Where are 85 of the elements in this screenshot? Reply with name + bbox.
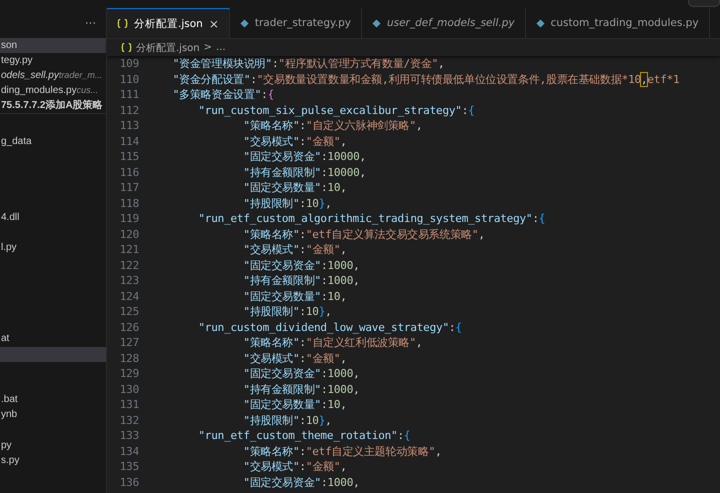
code-line: "固定交易数量":10, bbox=[242, 397, 347, 412]
line-number: 123 bbox=[118, 273, 139, 288]
file-tree-item[interactable]: s.py bbox=[0, 452, 106, 468]
code-line: "策略名称":"etf自定义算法交易交易系统策略", bbox=[242, 226, 485, 242]
code-line: "固定交易数量":10, bbox=[242, 180, 347, 196]
code-line: "固定交易数量":10, bbox=[242, 288, 347, 304]
file-tree-item[interactable]: 4.dll bbox=[0, 210, 106, 226]
open-editor-item[interactable]: odels_sell.pytrader_m... bbox=[0, 68, 106, 83]
line-number: 134 bbox=[118, 444, 139, 459]
breadcrumb-item[interactable]: ... bbox=[216, 42, 226, 53]
line-number: 121 bbox=[118, 242, 139, 258]
line-number: 112 bbox=[118, 102, 139, 118]
editor-tab[interactable]: custom_trading_modules.py bbox=[526, 8, 710, 38]
file-tree-item[interactable]: .bat bbox=[0, 392, 106, 408]
close-icon[interactable]: × bbox=[208, 16, 219, 30]
code-line: "持股限制":10}, bbox=[242, 412, 332, 428]
code-line: "持股限制":10}, bbox=[242, 196, 332, 211]
line-number: 132 bbox=[118, 412, 139, 428]
code-line: "策略名称":"etf自定义主题轮动策略", bbox=[242, 444, 442, 459]
line-number: 122 bbox=[118, 258, 139, 273]
editor-tab[interactable]: 分析配置.json × bbox=[107, 8, 230, 38]
braces-icon bbox=[117, 19, 128, 28]
code-line: "多策略资金设置":{ bbox=[172, 87, 274, 102]
line-number: 113 bbox=[118, 118, 139, 134]
code-line: "策略名称":"自定义六脉神剑策略", bbox=[242, 118, 422, 134]
line-number: 136 bbox=[118, 474, 139, 490]
code-line: "持股限制":10}, bbox=[242, 304, 332, 320]
python-file-icon bbox=[536, 18, 545, 28]
code-line: "交易模式":"金额", bbox=[242, 242, 347, 258]
python-file-icon bbox=[372, 18, 381, 28]
file-tree-item[interactable]: ynb bbox=[0, 407, 106, 423]
more-actions-icon[interactable]: ··· bbox=[85, 17, 96, 29]
line-number: 125 bbox=[118, 304, 139, 320]
code-line: "资金分配设置":"交易数量设置数量和金额,利用可转债最低单位位设置条件,股票在基础数据*10,etf*1 bbox=[172, 72, 680, 87]
line-number: 131 bbox=[118, 397, 139, 412]
code-line: "资金管理模块说明":"程序默认管理方式有数量/资金", bbox=[172, 56, 444, 72]
line-number: 116 bbox=[118, 164, 139, 180]
code-line: "固定交易资金":1000, bbox=[242, 366, 360, 382]
line-number: 135 bbox=[118, 459, 139, 474]
line-number: 118 bbox=[118, 196, 139, 211]
line-number: 126 bbox=[118, 320, 139, 335]
line-number: 128 bbox=[118, 350, 139, 366]
line-number: 111 bbox=[118, 87, 139, 102]
line-number: 120 bbox=[118, 226, 139, 242]
code-line: "持有金额限制":10000, bbox=[242, 164, 366, 180]
code-line: "交易模式":"金额", bbox=[242, 350, 347, 366]
open-editor-item[interactable]: tegy.py bbox=[0, 53, 106, 68]
line-number: 124 bbox=[118, 288, 139, 304]
line-number: 133 bbox=[118, 428, 139, 444]
code-line: "交易模式":"金额", bbox=[242, 459, 347, 474]
open-editor-item[interactable]: son bbox=[0, 38, 106, 53]
editor-tab[interactable]: trader_strategy.py bbox=[230, 8, 362, 38]
breadcrumb-separator: > bbox=[204, 42, 212, 53]
line-number: 115 bbox=[118, 149, 139, 164]
selected-tree-row[interactable] bbox=[0, 346, 106, 362]
line-number: 110 bbox=[118, 72, 139, 87]
code-line: "固定交易资金":1000, bbox=[242, 258, 360, 273]
open-editor-item[interactable]: ding_modules.pycus... bbox=[0, 83, 106, 98]
code-line: "run_etf_custom_algorithmic_trading_system_strategy":{ bbox=[197, 211, 546, 226]
breadcrumb-item[interactable]: 分析配置.json bbox=[136, 40, 200, 54]
line-number: 129 bbox=[118, 366, 139, 382]
python-file-icon bbox=[240, 18, 249, 28]
code-line: "run_custom_dividend_low_wave_strategy":{ bbox=[197, 320, 462, 335]
folder-header[interactable]: 75.5.7.7.2添加A股策略 bbox=[0, 98, 106, 114]
file-tree-item[interactable]: py bbox=[0, 438, 106, 453]
editor-tab[interactable]: user_def_models_sell.py bbox=[362, 8, 526, 38]
file-tree-item[interactable]: l.py bbox=[0, 240, 106, 256]
code-line: "交易模式":"金额", bbox=[242, 134, 347, 149]
code-line: "策略名称":"自定义红利低波策略", bbox=[242, 335, 422, 350]
line-number: 119 bbox=[118, 211, 139, 226]
code-line: "run_etf_custom_theme_rotation":{ bbox=[197, 428, 410, 444]
file-tree-item[interactable]: at bbox=[0, 331, 106, 347]
command-center-box[interactable] bbox=[688, 0, 720, 7]
code-line: "固定交易资金":10000, bbox=[242, 149, 366, 164]
file-tree-item[interactable]: g_data bbox=[0, 134, 106, 150]
code-line: "持有金额限制":1000, bbox=[242, 273, 360, 288]
line-number: 109 bbox=[118, 56, 139, 72]
line-number: 130 bbox=[118, 382, 139, 397]
line-number: 117 bbox=[118, 180, 139, 196]
braces-icon bbox=[121, 43, 132, 52]
line-number: 114 bbox=[118, 134, 139, 149]
code-line: "持有金额限制":1000, bbox=[242, 382, 360, 397]
code-line: "固定交易资金":1000, bbox=[242, 474, 360, 490]
line-number: 127 bbox=[118, 335, 139, 350]
code-line: "run_custom_six_pulse_excalibur_strategy":{ bbox=[197, 102, 475, 118]
